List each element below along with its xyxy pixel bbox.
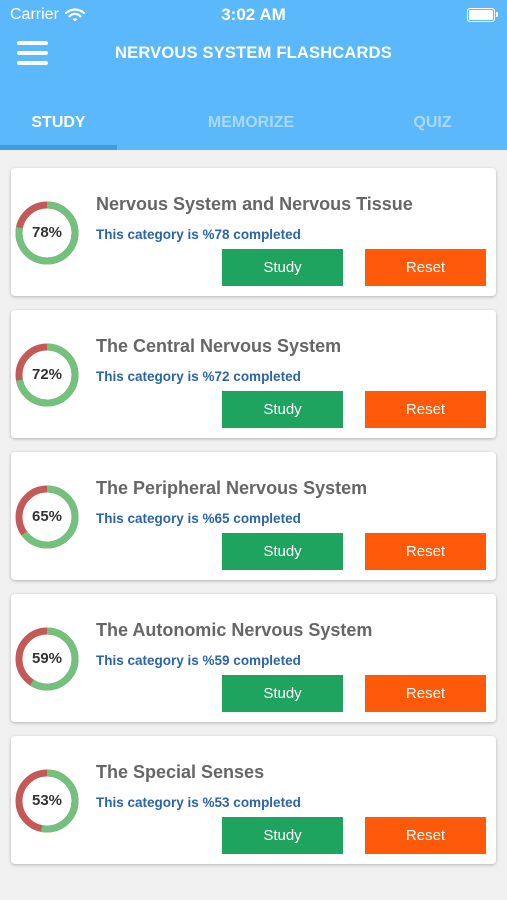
progress-percent: 78% <box>31 224 63 241</box>
category-card: 78% Nervous System and Nervous Tissue Th… <box>11 168 496 296</box>
progress-ring: 78% <box>15 201 79 265</box>
page-title: NERVOUS SYSTEM FLASHCARDS <box>115 44 392 62</box>
completion-status: This category is %72 completed <box>96 369 301 384</box>
completion-status: This category is %65 completed <box>96 511 301 526</box>
completion-status: This category is %53 completed <box>96 795 301 810</box>
progress-percent: 72% <box>31 366 63 383</box>
progress-ring: 72% <box>15 343 79 407</box>
app-header: Carrier 3:02 AM NERVOUS SYSTEM FLASHCARD… <box>0 0 507 150</box>
study-button[interactable]: Study <box>222 391 343 428</box>
category-title: The Peripheral Nervous System <box>96 478 368 498</box>
progress-ring: 53% <box>15 769 79 833</box>
category-title: The Special Senses <box>96 762 265 782</box>
tab-memorize[interactable]: MEMORIZE <box>160 114 342 132</box>
category-title: The Autonomic Nervous System <box>96 620 373 640</box>
progress-percent: 53% <box>31 792 63 809</box>
category-title: Nervous System and Nervous Tissue <box>96 194 413 214</box>
reset-button[interactable]: Reset <box>365 817 486 854</box>
progress-percent: 65% <box>31 508 63 525</box>
study-button[interactable]: Study <box>222 675 343 712</box>
study-button[interactable]: Study <box>222 817 343 854</box>
status-bar: Carrier 3:02 AM <box>0 0 507 30</box>
category-title: The Central Nervous System <box>96 336 342 356</box>
completion-status: This category is %59 completed <box>96 653 301 668</box>
category-card: 72% The Central Nervous System This cate… <box>11 310 496 438</box>
completion-status: This category is %78 completed <box>96 227 301 242</box>
progress-percent: 59% <box>31 650 63 667</box>
study-button[interactable]: Study <box>222 533 343 570</box>
reset-button[interactable]: Reset <box>365 391 486 428</box>
category-card: 53% The Special Senses This category is … <box>11 736 496 864</box>
progress-ring: 65% <box>15 485 79 549</box>
active-tab-indicator <box>0 145 117 150</box>
status-time: 3:02 AM <box>221 5 286 24</box>
study-button[interactable]: Study <box>222 249 343 286</box>
category-card: 59% The Autonomic Nervous System This ca… <box>11 594 496 722</box>
tab-quiz[interactable]: QUIZ <box>380 114 485 132</box>
battery-icon <box>467 8 498 22</box>
progress-ring: 59% <box>15 627 79 691</box>
category-card: 65% The Peripheral Nervous System This c… <box>11 452 496 580</box>
reset-button[interactable]: Reset <box>365 675 486 712</box>
tab-study[interactable]: STUDY <box>0 114 117 132</box>
reset-button[interactable]: Reset <box>365 533 486 570</box>
reset-button[interactable]: Reset <box>365 249 486 286</box>
